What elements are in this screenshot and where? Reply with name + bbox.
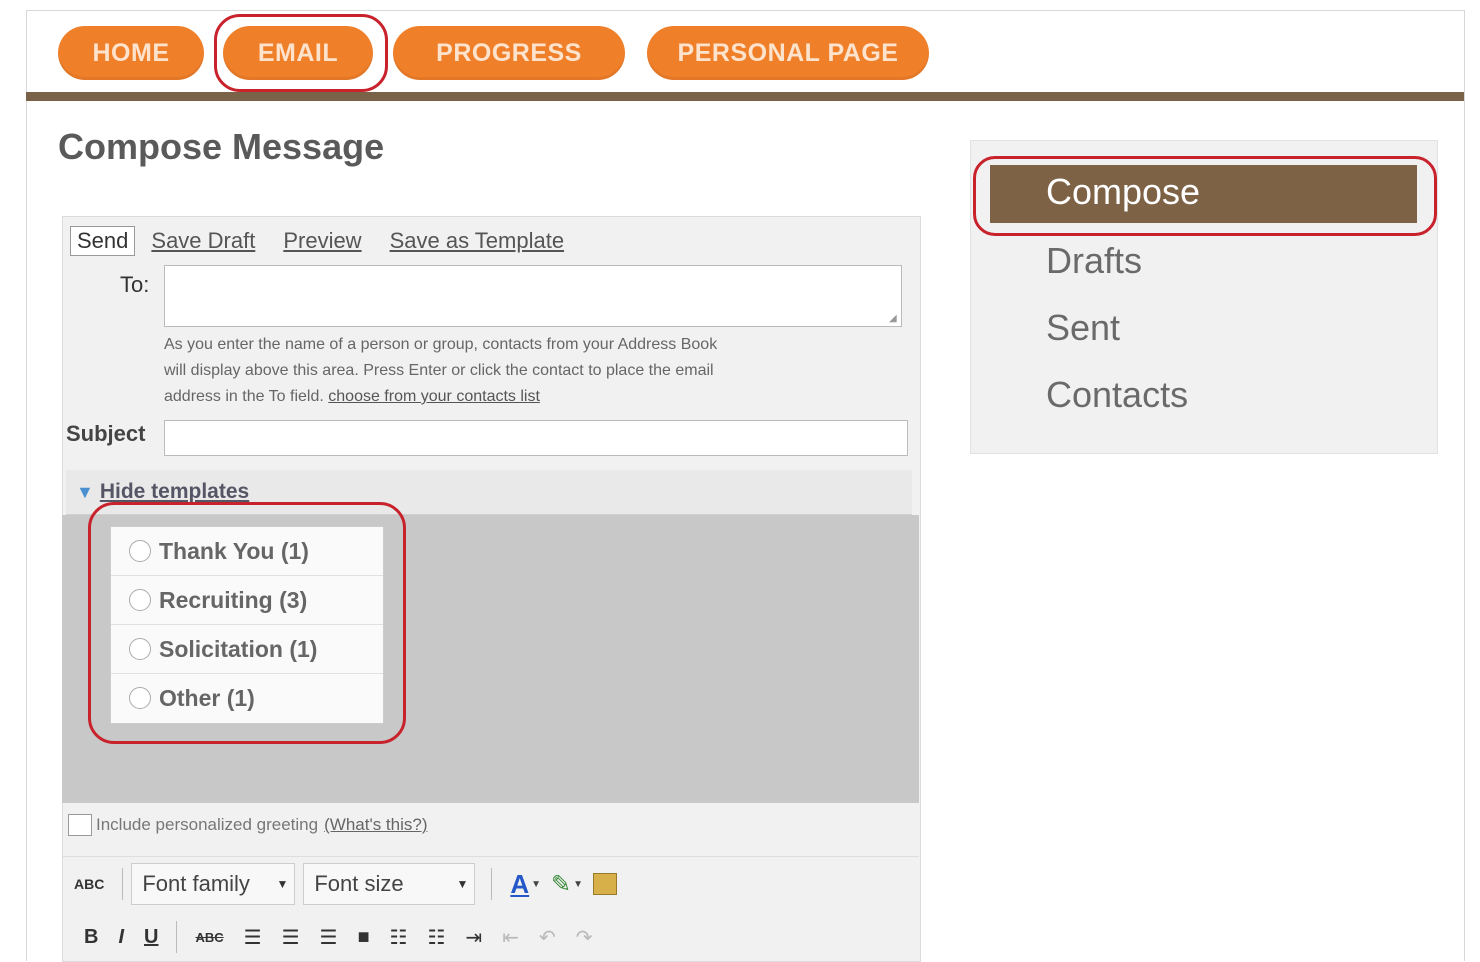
sidebar-item-sent[interactable]: Sent [1046,307,1120,349]
chevron-down-icon: ▼ [276,877,289,891]
editor-toolbar-row-1: ABC Font family ▼ Font size ▼ A ▼ ✎ ▼ [62,856,919,911]
templates-toggle[interactable]: ▼ Hide templates [66,470,912,515]
compose-toolbar: Send Save Draft Preview Save as Template [70,226,592,256]
radio-button[interactable] [129,540,151,562]
toolbar-separator [122,868,124,900]
highlight-color-icon[interactable]: ✎ [551,870,571,899]
editor-toolbar-row-2: B I U ABC ☰ ☰ ☰ ■ ☷ ☷ ⇥ ⇤ ↶ ↷ [62,914,919,960]
nav-tab-personal-page[interactable]: PERSONAL PAGE [647,26,929,80]
undo-icon[interactable]: ↶ [539,925,556,950]
align-right-icon[interactable]: ☰ [320,925,338,950]
spellcheck-icon[interactable]: ABC [74,876,104,892]
template-item[interactable]: Recruiting (3) [111,576,383,625]
sidebar-item-label: Compose [1046,171,1201,212]
italic-icon[interactable]: I [118,926,124,949]
radio-button[interactable] [129,687,151,709]
font-size-value: Font size [314,871,404,896]
to-label: To: [120,272,150,297]
font-size-select[interactable]: Font size ▼ [303,863,476,905]
chevron-down-icon[interactable]: ▼ [531,879,541,890]
underline-icon[interactable]: U [144,926,158,949]
bold-icon[interactable]: B [84,926,98,949]
template-item[interactable]: Other (1) [111,674,383,722]
sidebar-item-contacts[interactable]: Contacts [1046,374,1188,416]
chevron-down-icon: ▼ [456,877,469,891]
template-item[interactable]: Solicitation (1) [111,625,383,674]
indent-icon[interactable]: ⇥ [465,925,482,950]
bullet-list-icon[interactable]: ☷ [390,925,408,950]
save-draft-link[interactable]: Save Draft [151,228,255,254]
text-color-icon[interactable]: A [510,869,529,900]
send-button[interactable]: Send [70,226,136,256]
greeting-label: Include personalized greeting [96,815,319,834]
outdent-icon[interactable]: ⇤ [502,925,519,950]
toolbar-separator [491,868,493,900]
align-justify-icon[interactable]: ■ [357,926,369,949]
greeting-checkbox[interactable] [68,814,92,836]
nav-tab-email[interactable]: EMAIL [223,26,373,80]
align-left-icon[interactable]: ☰ [244,925,262,950]
help-line: will display above this area. Press Ente… [164,362,714,379]
strikethrough-icon[interactable]: ABC [195,930,223,945]
redo-icon[interactable]: ↷ [576,925,593,950]
to-help-text: As you enter the name of a person or gro… [164,332,909,410]
help-line-text: address in the To field. [164,388,324,405]
template-label: Recruiting (3) [159,586,308,613]
subject-label: Subject [66,421,146,446]
align-center-icon[interactable]: ☰ [282,925,300,950]
help-line: As you enter the name of a person or gro… [164,336,718,353]
save-as-template-link[interactable]: Save as Template [390,228,564,254]
triangle-down-icon: ▼ [76,481,94,502]
nav-tab-progress[interactable]: PROGRESS [393,26,625,80]
resize-grip-icon[interactable]: ◢ [889,314,899,324]
preview-link[interactable]: Preview [283,228,361,254]
toolbar-separator [176,921,178,953]
subject-field[interactable] [164,420,908,456]
greeting-option: Include personalized greeting (What's th… [68,814,428,836]
header-divider [26,92,1464,101]
templates-toggle-label: Hide templates [99,480,250,503]
chevron-down-icon[interactable]: ▼ [573,879,583,890]
sidebar-item-drafts[interactable]: Drafts [1046,240,1142,282]
page-title: Compose Message [58,126,385,167]
template-label: Thank You (1) [159,537,309,564]
template-label: Solicitation (1) [159,635,318,662]
radio-button[interactable] [129,638,151,660]
sidebar-item-compose[interactable]: Compose [990,165,1417,223]
template-label: Other (1) [159,684,255,711]
font-family-select[interactable]: Font family ▼ [131,863,296,905]
templates-list: Thank You (1) Recruiting (3) Solicitatio… [110,526,384,724]
help-line: address in the To field. choose from you… [164,384,909,410]
radio-button[interactable] [129,589,151,611]
whats-this-link[interactable]: (What's this?) [324,815,427,835]
insert-image-icon[interactable] [593,873,618,895]
template-item[interactable]: Thank You (1) [111,527,383,576]
to-field[interactable]: ◢ [164,265,902,327]
font-family-value: Font family [142,871,250,896]
nav-tab-home[interactable]: HOME [58,26,204,80]
numbered-list-icon[interactable]: ☷ [427,925,445,950]
choose-contacts-link[interactable]: choose from your contacts list [328,388,540,405]
